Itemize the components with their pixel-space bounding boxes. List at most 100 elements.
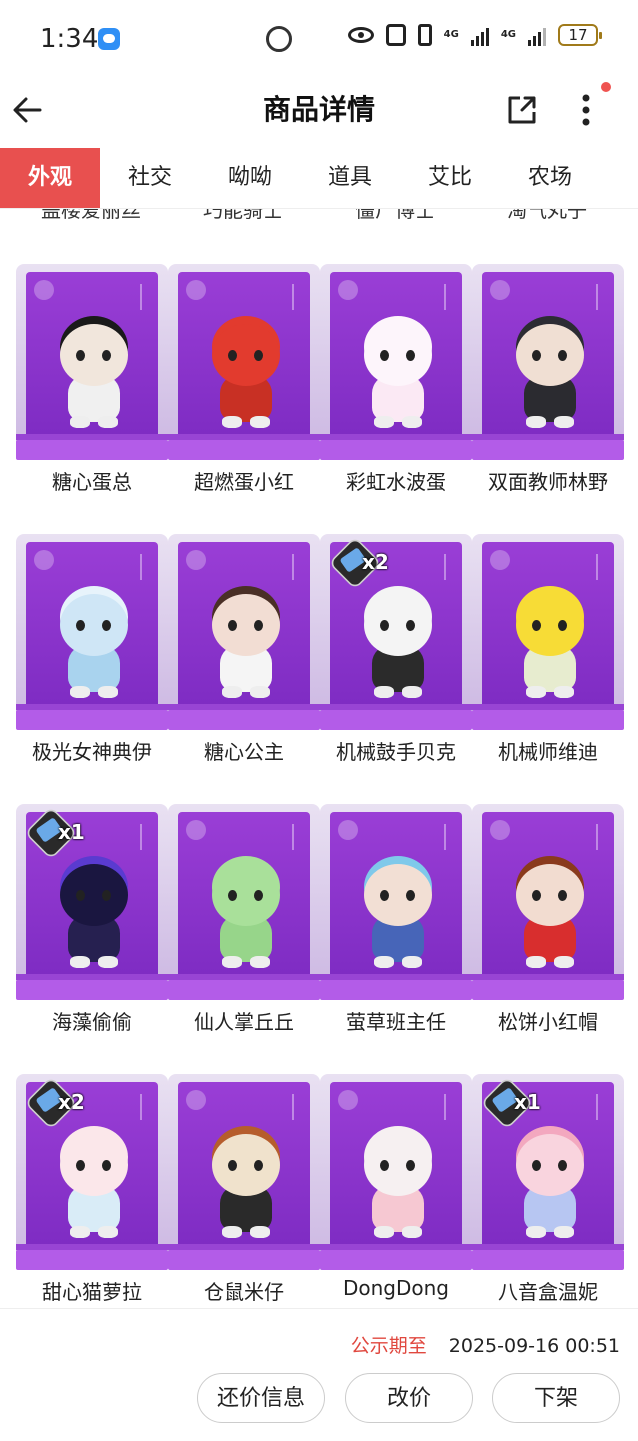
figure-eye xyxy=(380,350,389,361)
item-card[interactable]: 极光女神典伊 xyxy=(16,534,168,804)
figure-head xyxy=(60,1134,128,1196)
figure-eye xyxy=(254,1160,263,1171)
character-figure xyxy=(358,1134,438,1242)
item-card[interactable]: x1 海藻偷偷 xyxy=(16,804,168,1074)
display-case-base xyxy=(320,434,472,460)
figure-head xyxy=(60,324,128,386)
figure-head xyxy=(212,594,280,656)
more-options-icon[interactable] xyxy=(574,90,598,130)
figure-eye xyxy=(406,350,415,361)
item-card[interactable]: 松饼小红帽 xyxy=(472,804,624,1074)
badge-count: x1 xyxy=(514,1090,541,1114)
delist-button[interactable]: 下架 xyxy=(492,1373,620,1423)
status-bar: 1:34 4G 4G 17 xyxy=(0,0,638,78)
cutoff-row: 盖楼爱丽丝 巧能骑士 僵尸博士 淘气丸子 xyxy=(0,208,638,222)
figure-head xyxy=(364,864,432,926)
case-side-mark xyxy=(140,824,150,850)
case-side-mark xyxy=(292,1094,302,1120)
item-card[interactable]: x1 八音盒温妮 xyxy=(472,1074,624,1308)
display-case xyxy=(168,804,320,1000)
display-case-back xyxy=(482,812,614,984)
chat-app-icon xyxy=(98,28,120,50)
item-card[interactable]: 彩虹水波蛋 xyxy=(320,264,472,534)
item-name: 海藻偷偷 xyxy=(52,1010,132,1034)
item-name: 萤草班主任 xyxy=(346,1010,446,1034)
publicity-time: 2025-09-16 00:51 xyxy=(448,1335,620,1357)
figure-eye xyxy=(228,1160,237,1171)
tab-appearance[interactable]: 外观 xyxy=(0,148,100,208)
case-side-mark xyxy=(444,554,454,580)
tab-social[interactable]: 社交 xyxy=(100,148,200,208)
bargain-info-button[interactable]: 还价信息 xyxy=(197,1373,325,1423)
character-figure xyxy=(510,594,590,702)
tab-other[interactable]: 其 xyxy=(600,148,638,208)
change-price-button[interactable]: 改价 xyxy=(345,1373,473,1423)
figure-foot xyxy=(554,1226,574,1238)
figure-eye xyxy=(406,890,415,901)
figure-eye xyxy=(532,350,541,361)
display-case-base xyxy=(16,704,168,730)
item-card[interactable]: 机械师维迪 xyxy=(472,534,624,804)
item-name: 机械师维迪 xyxy=(498,740,598,764)
figure-head xyxy=(516,594,584,656)
case-side-mark xyxy=(444,284,454,310)
figure-foot xyxy=(222,686,242,698)
item-name: 仙人掌丘丘 xyxy=(194,1010,294,1034)
category-tabs: 外观 社交 呦呦 道具 艾比 农场 其 xyxy=(0,148,638,209)
figure-eye xyxy=(406,620,415,631)
figure-eye xyxy=(76,620,85,631)
item-card[interactable]: 超燃蛋小红 xyxy=(168,264,320,534)
item-card[interactable]: x2 机械鼓手贝克 xyxy=(320,534,472,804)
figure-foot xyxy=(402,686,422,698)
figure-eye xyxy=(102,890,111,901)
network-type-2: 4G xyxy=(500,29,516,40)
figure-eye xyxy=(532,620,541,631)
item-card[interactable]: 仓鼠米仔 xyxy=(168,1074,320,1308)
quantity-badge: x1 xyxy=(480,1076,546,1130)
figure-eye xyxy=(558,1160,567,1171)
item-card[interactable]: 仙人掌丘丘 xyxy=(168,804,320,1074)
tab-youyou[interactable]: 呦呦 xyxy=(200,148,300,208)
game-logo-icon xyxy=(186,820,206,840)
footer-bar: 公示期至 2025-09-16 00:51 还价信息 改价 下架 xyxy=(0,1308,638,1441)
publicity-period: 公示期至 2025-09-16 00:51 xyxy=(351,1331,620,1358)
case-side-mark xyxy=(596,284,606,310)
item-name: 甜心猫萝拉 xyxy=(42,1280,142,1304)
item-name: 松饼小红帽 xyxy=(498,1010,598,1034)
item-card[interactable]: DongDong xyxy=(320,1074,472,1308)
tab-farm[interactable]: 农场 xyxy=(500,148,600,208)
display-case-base xyxy=(472,434,624,460)
item-card[interactable]: x2 甜心猫萝拉 xyxy=(16,1074,168,1308)
figure-eye xyxy=(532,1160,541,1171)
character-figure xyxy=(510,324,590,432)
tab-props[interactable]: 道具 xyxy=(300,148,400,208)
item-name: 极光女神典伊 xyxy=(32,740,152,764)
item-card[interactable]: 糖心公主 xyxy=(168,534,320,804)
figure-head xyxy=(60,594,128,656)
item-name: 机械鼓手贝克 xyxy=(336,740,456,764)
figure-eye xyxy=(102,1160,111,1171)
case-side-mark xyxy=(596,824,606,850)
tab-aibi[interactable]: 艾比 xyxy=(400,148,500,208)
page-title: 商品详情 xyxy=(262,93,375,126)
display-case xyxy=(168,534,320,730)
item-card[interactable]: 糖心蛋总 xyxy=(16,264,168,534)
status-icons: 4G 4G 17 xyxy=(347,24,602,46)
figure-foot xyxy=(98,686,118,698)
case-side-mark xyxy=(596,1094,606,1120)
item-name: 双面教师林野 xyxy=(488,470,608,494)
publicity-label: 公示期至 xyxy=(350,1335,427,1357)
figure-eye xyxy=(228,890,237,901)
cutoff-name: 巧能骑士 xyxy=(203,208,283,222)
character-figure xyxy=(206,1134,286,1242)
signal-icon-1 xyxy=(470,24,489,46)
case-side-mark xyxy=(596,554,606,580)
item-card[interactable]: 双面教师林野 xyxy=(472,264,624,534)
display-case-base xyxy=(168,434,320,460)
case-side-mark xyxy=(140,284,150,310)
share-icon[interactable] xyxy=(504,92,540,128)
item-card[interactable]: 萤草班主任 xyxy=(320,804,472,1074)
game-logo-icon xyxy=(490,820,510,840)
figure-eye xyxy=(102,620,111,631)
display-case-back xyxy=(330,272,462,444)
